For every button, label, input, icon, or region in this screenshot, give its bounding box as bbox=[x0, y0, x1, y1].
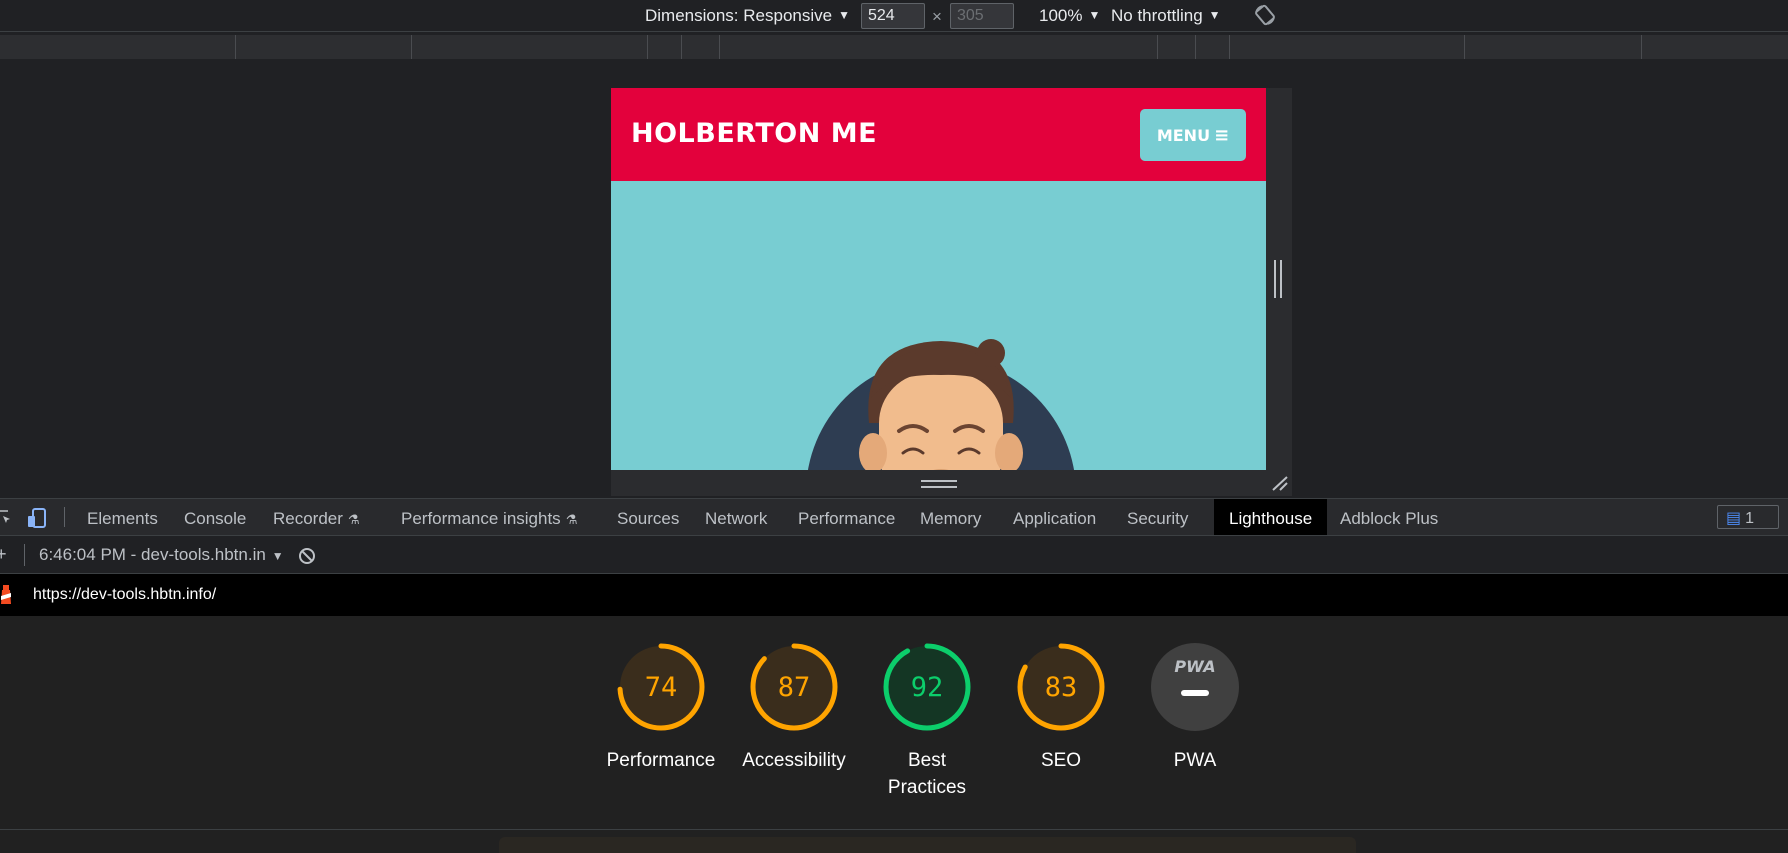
tab-elements[interactable]: Elements bbox=[87, 499, 158, 535]
media-query-segment[interactable] bbox=[1157, 35, 1158, 59]
tab-console[interactable]: Console bbox=[184, 499, 246, 535]
media-query-segment[interactable] bbox=[719, 35, 720, 59]
rotate-icon[interactable] bbox=[1254, 4, 1276, 26]
media-query-bar bbox=[0, 35, 1788, 59]
tab-memory[interactable]: Memory bbox=[920, 499, 981, 535]
tab-performance-insights-label: Performance insights bbox=[401, 509, 561, 528]
media-query-segment[interactable] bbox=[1195, 35, 1196, 59]
performance-gauge[interactable]: 74 bbox=[616, 642, 706, 732]
tab-adblock-plus[interactable]: Adblock Plus bbox=[1340, 499, 1438, 535]
dropdown-arrow-icon: ▼ bbox=[1208, 8, 1221, 22]
media-query-segment[interactable] bbox=[647, 35, 648, 59]
dimensions-dropdown[interactable]: Dimensions: Responsive ▼ bbox=[645, 6, 850, 26]
tab-security[interactable]: Security bbox=[1127, 499, 1188, 535]
performance-label: Performance bbox=[606, 750, 716, 771]
corner-resize-icon[interactable] bbox=[1270, 474, 1290, 492]
gauge-score: 83 bbox=[1045, 672, 1078, 703]
width-input[interactable]: 524 bbox=[861, 3, 925, 29]
report-url-bar: https://dev-tools.hbtn.info/ bbox=[0, 574, 1788, 616]
best-practices-label-line1: Best bbox=[907, 750, 947, 771]
clear-icon[interactable] bbox=[298, 547, 316, 565]
hamburger-icon: ≡ bbox=[1214, 124, 1230, 146]
tab-recorder-label: Recorder bbox=[273, 509, 343, 528]
bottom-resize-handle[interactable] bbox=[921, 480, 957, 488]
inspect-element-icon[interactable] bbox=[0, 509, 12, 525]
tab-network[interactable]: Network bbox=[705, 499, 767, 535]
dropdown-arrow-icon: ▼ bbox=[838, 8, 850, 22]
divider bbox=[24, 544, 25, 566]
zoom-dropdown[interactable]: 100% ▼ bbox=[1039, 6, 1100, 26]
menu-label: MENU bbox=[1156, 125, 1211, 145]
issues-icon: ▤ bbox=[1726, 510, 1742, 527]
divider bbox=[64, 507, 65, 527]
devtools-tab-strip: Elements Console Recorder ⚗ Performance i… bbox=[0, 498, 1788, 536]
add-report-icon[interactable]: + bbox=[0, 544, 7, 565]
emulated-page[interactable]: HOLBERTON ME MENU ≡ bbox=[611, 88, 1266, 470]
dropdown-arrow-icon: ▼ bbox=[271, 549, 284, 563]
seo-label: SEO bbox=[1040, 750, 1082, 771]
media-query-segment[interactable] bbox=[1229, 35, 1230, 59]
seo-gauge[interactable]: 83 bbox=[1016, 642, 1106, 732]
gauge-score: 87 bbox=[778, 672, 811, 703]
times-separator: × bbox=[932, 7, 942, 26]
accessibility-gauge[interactable]: 87 bbox=[749, 642, 839, 732]
media-query-segment[interactable] bbox=[681, 35, 682, 59]
flask-icon: ⚗ bbox=[565, 512, 578, 527]
throttling-dropdown[interactable]: No throttling ▼ bbox=[1111, 6, 1221, 26]
pwa-badge-icon[interactable]: PWA bbox=[1150, 642, 1240, 732]
media-query-segment[interactable] bbox=[1464, 35, 1465, 59]
best-practices-gauge[interactable]: 92 bbox=[882, 642, 972, 732]
best-practices-label: Best Practices bbox=[857, 747, 997, 801]
tab-lighthouse[interactable]: Lighthouse bbox=[1214, 499, 1328, 535]
media-query-segment[interactable] bbox=[411, 35, 412, 59]
issues-count: 1 bbox=[1745, 510, 1755, 527]
tab-application[interactable]: Application bbox=[1013, 499, 1096, 535]
device-toolbar: Dimensions: Responsive ▼ 524 × 305 100% ▼ … bbox=[0, 0, 1788, 32]
lighthouse-toolbar: + 6:46:04 PM - dev-tools.hbtn.in ▼ bbox=[0, 536, 1788, 574]
height-input[interactable]: 305 bbox=[950, 3, 1014, 29]
accessibility-label: Accessibility bbox=[742, 750, 846, 771]
report-select[interactable]: 6:46:04 PM - dev-tools.hbtn.in ▼ bbox=[39, 545, 284, 565]
report-summary-card bbox=[499, 837, 1356, 853]
pwa-badge-text: PWA bbox=[1174, 657, 1215, 676]
lighthouse-logo-icon bbox=[1, 585, 11, 604]
menu-button[interactable]: MENU ≡ bbox=[1140, 109, 1246, 161]
gauge-score: 74 bbox=[645, 672, 678, 703]
media-query-segment[interactable] bbox=[1641, 35, 1642, 59]
zoom-label: 100% bbox=[1039, 6, 1083, 25]
media-query-segment[interactable] bbox=[235, 35, 236, 59]
dropdown-arrow-icon: ▼ bbox=[1088, 8, 1101, 22]
gauge-score: 92 bbox=[911, 672, 944, 703]
device-toolbar-icon[interactable] bbox=[26, 507, 48, 529]
site-title[interactable]: HOLBERTON ME bbox=[631, 118, 877, 149]
lighthouse-scores: 74 Performance 87 Accessibility 92 Best … bbox=[0, 616, 1788, 829]
dimensions-label: Dimensions: Responsive bbox=[645, 6, 833, 25]
avatar-illustration bbox=[807, 339, 1075, 470]
tab-recorder[interactable]: Recorder ⚗ bbox=[273, 499, 360, 535]
site-header: HOLBERTON ME MENU ≡ bbox=[611, 88, 1266, 181]
right-resize-handle[interactable] bbox=[1274, 260, 1282, 298]
tab-performance-insights[interactable]: Performance insights ⚗ bbox=[401, 499, 577, 535]
flask-icon: ⚗ bbox=[347, 512, 360, 527]
issues-badge[interactable]: ▤ 1 bbox=[1717, 505, 1779, 529]
throttling-label: No throttling bbox=[1111, 6, 1203, 25]
report-select-label: 6:46:04 PM - dev-tools.hbtn.in bbox=[39, 545, 266, 564]
best-practices-label-line2: Practices bbox=[887, 777, 967, 798]
pwa-label: PWA bbox=[1173, 750, 1217, 771]
tab-performance[interactable]: Performance bbox=[798, 499, 895, 535]
tab-sources[interactable]: Sources bbox=[617, 499, 679, 535]
report-url[interactable]: https://dev-tools.hbtn.info/ bbox=[33, 586, 216, 604]
